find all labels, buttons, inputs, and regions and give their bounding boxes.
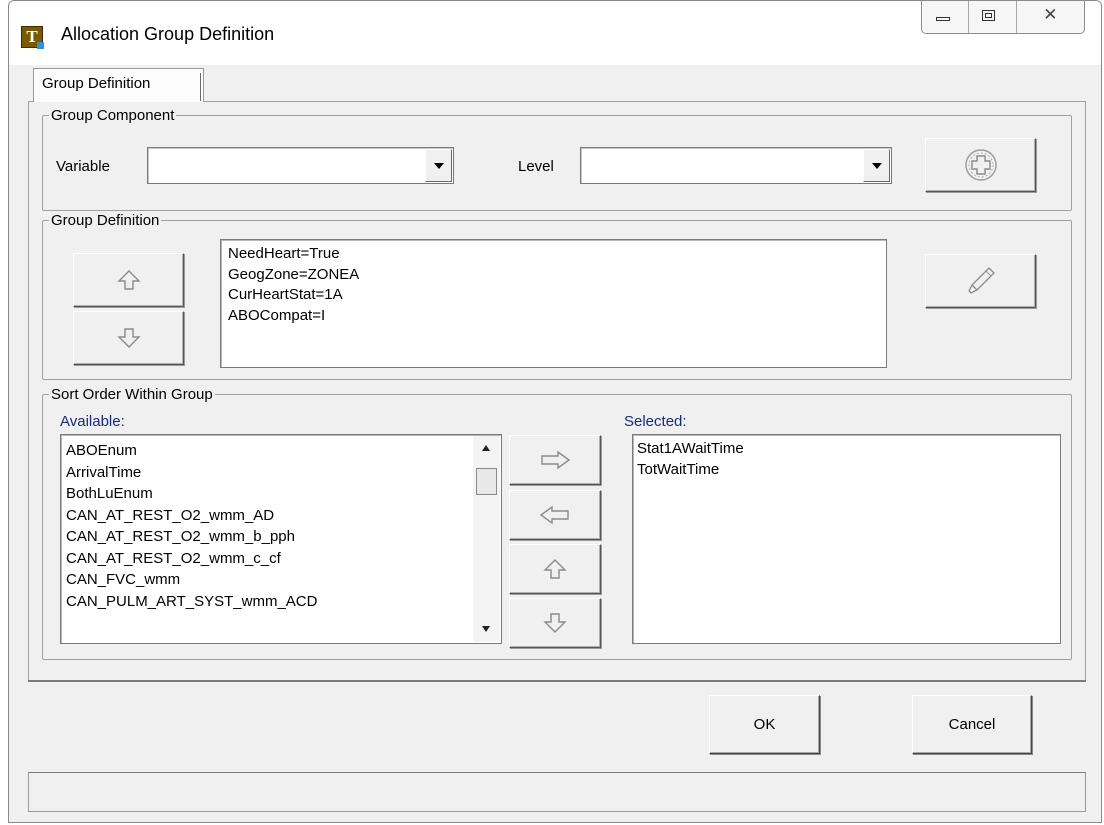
variable-label: Variable [56, 158, 110, 175]
minimize-button[interactable] [922, 1, 970, 33]
eraser-icon [967, 267, 995, 294]
close-icon: ✕ [1043, 5, 1058, 24]
arrow-right-icon [541, 450, 571, 470]
list-item[interactable]: CurHeartStat=1A [221, 285, 886, 306]
move-definition-down-button[interactable] [73, 311, 184, 365]
add-component-button[interactable] [925, 138, 1036, 192]
move-sort-down-button[interactable] [509, 598, 601, 648]
list-item[interactable]: TotWaitTime [633, 460, 1060, 481]
clear-definition-button[interactable] [925, 254, 1036, 308]
scroll-up-icon[interactable] [482, 445, 490, 451]
available-label: Available: [60, 413, 125, 430]
list-item[interactable]: Stat1AWaitTime [633, 439, 1060, 460]
scroll-thumb[interactable] [476, 468, 497, 495]
level-label: Level [518, 158, 554, 175]
list-item[interactable]: BothLuEnum [61, 483, 501, 505]
available-list[interactable]: ABOEnum ArrivalTime BothLuEnum CAN_AT_RE… [60, 434, 502, 644]
list-item[interactable]: GeogZone=ZONEA [221, 265, 886, 286]
plus-circle-icon [964, 149, 997, 181]
selected-list[interactable]: Stat1AWaitTime TotWaitTime [632, 434, 1061, 644]
move-definition-up-button[interactable] [73, 253, 184, 307]
variable-dropdown[interactable] [147, 147, 454, 184]
window-title: Allocation Group Definition [61, 24, 275, 44]
panel-divider [28, 680, 1086, 682]
group-definition-legend: Group Definition [51, 212, 160, 229]
status-bar [28, 772, 1086, 812]
list-item[interactable]: ABOCompat=I [221, 306, 886, 327]
list-item[interactable]: CAN_AT_REST_O2_wmm_AD [61, 505, 501, 527]
title-bar: T Allocation Group Definition ✕ [9, 1, 1101, 65]
arrow-left-icon [539, 505, 569, 525]
chevron-down-icon[interactable] [425, 149, 452, 182]
window-controls: ✕ [921, 1, 1085, 34]
selected-label: Selected: [624, 413, 687, 430]
minimize-icon [936, 17, 950, 21]
list-item[interactable]: CAN_AT_REST_O2_wmm_b_pph [61, 526, 501, 548]
close-button[interactable]: ✕ [1017, 1, 1084, 33]
level-dropdown[interactable] [580, 147, 892, 184]
list-item[interactable]: CAN_FVC_wmm [61, 569, 501, 591]
move-sort-up-button[interactable] [509, 544, 601, 594]
list-item[interactable]: ABOEnum [61, 440, 501, 462]
tab-group-definition[interactable]: Group Definition [33, 68, 204, 102]
cancel-button[interactable]: Cancel [912, 695, 1032, 754]
remove-sort-field-button[interactable] [509, 490, 601, 540]
list-item[interactable]: CAN_PULM_ART_SYST_wmm_ACD [61, 591, 501, 613]
list-item[interactable]: CAN_AT_REST_O2_wmm_c_cf [61, 548, 501, 570]
list-item[interactable]: NeedHeart=True [221, 244, 886, 265]
sort-order-legend: Sort Order Within Group [51, 386, 213, 403]
arrow-down-icon [116, 328, 141, 348]
dialog-window: T Allocation Group Definition ✕ Group De… [8, 0, 1102, 823]
group-component-legend: Group Component [51, 107, 175, 124]
list-item[interactable]: ArrivalTime [61, 462, 501, 484]
scroll-down-icon[interactable] [482, 626, 490, 632]
arrow-down-icon [543, 613, 567, 633]
arrow-up-icon [116, 270, 141, 290]
maximize-button[interactable] [969, 1, 1017, 33]
chevron-down-icon[interactable] [863, 149, 890, 182]
group-definition-list[interactable]: NeedHeart=True GeogZone=ZONEA CurHeartSt… [220, 239, 887, 368]
arrow-up-icon [543, 559, 567, 579]
tab-label: Group Definition [42, 75, 151, 92]
app-icon: T [21, 26, 44, 49]
ok-button[interactable]: OK [709, 695, 820, 754]
maximize-icon [982, 10, 996, 21]
add-sort-field-button[interactable] [509, 435, 601, 485]
available-scrollbar[interactable] [473, 436, 500, 642]
